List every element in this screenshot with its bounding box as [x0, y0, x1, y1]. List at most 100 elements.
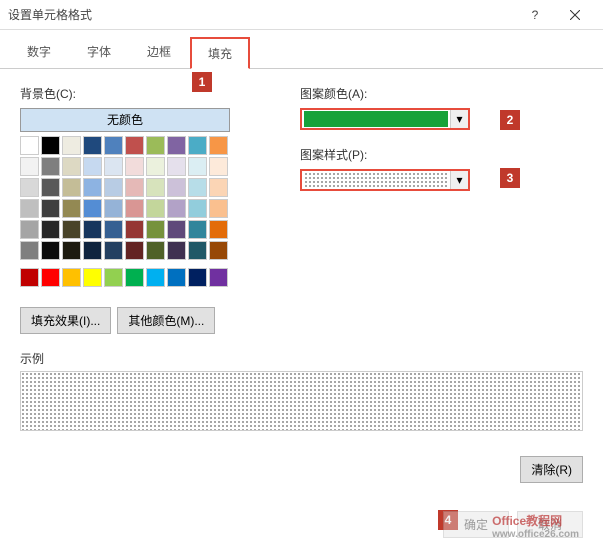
- help-button[interactable]: ?: [515, 0, 555, 30]
- color-swatch[interactable]: [209, 268, 228, 287]
- standard-color-grid: [20, 268, 230, 287]
- color-swatch[interactable]: [188, 241, 207, 260]
- color-swatch[interactable]: [209, 136, 228, 155]
- color-swatch[interactable]: [62, 136, 81, 155]
- footer: 确定 取消: [443, 511, 583, 538]
- color-swatch[interactable]: [167, 199, 186, 218]
- color-swatch[interactable]: [209, 199, 228, 218]
- tab-fill[interactable]: 填充: [190, 37, 250, 69]
- sample-label: 示例: [20, 350, 583, 367]
- color-swatch[interactable]: [20, 268, 39, 287]
- color-swatch[interactable]: [167, 268, 186, 287]
- color-swatch[interactable]: [167, 241, 186, 260]
- color-swatch[interactable]: [83, 178, 102, 197]
- color-swatch[interactable]: [125, 136, 144, 155]
- color-swatch[interactable]: [146, 268, 165, 287]
- color-swatch[interactable]: [125, 157, 144, 176]
- color-swatch[interactable]: [62, 220, 81, 239]
- color-swatch[interactable]: [20, 199, 39, 218]
- color-swatch[interactable]: [104, 268, 123, 287]
- color-swatch[interactable]: [125, 220, 144, 239]
- callout-1: 1: [192, 72, 212, 92]
- color-swatch[interactable]: [104, 178, 123, 197]
- color-swatch[interactable]: [209, 157, 228, 176]
- color-swatch[interactable]: [104, 220, 123, 239]
- color-swatch[interactable]: [188, 199, 207, 218]
- color-swatch[interactable]: [20, 136, 39, 155]
- color-swatch[interactable]: [104, 136, 123, 155]
- color-swatch[interactable]: [209, 178, 228, 197]
- clear-button[interactable]: 清除(R): [520, 456, 583, 483]
- left-panel: 背景色(C): 无颜色 填充效果(I)... 其他颜色(M)...: [20, 85, 240, 334]
- close-icon: [570, 10, 580, 20]
- color-swatch[interactable]: [41, 220, 60, 239]
- color-swatch[interactable]: [83, 220, 102, 239]
- tab-font[interactable]: 字体: [70, 36, 128, 68]
- color-swatch[interactable]: [209, 220, 228, 239]
- color-swatch[interactable]: [125, 178, 144, 197]
- color-swatch[interactable]: [62, 178, 81, 197]
- color-swatch[interactable]: [41, 178, 60, 197]
- sample-preview: [20, 371, 583, 431]
- tab-border[interactable]: 边框: [130, 36, 188, 68]
- color-swatch[interactable]: [41, 268, 60, 287]
- color-swatch[interactable]: [83, 199, 102, 218]
- color-swatch[interactable]: [83, 136, 102, 155]
- color-swatch[interactable]: [104, 199, 123, 218]
- color-swatch[interactable]: [167, 136, 186, 155]
- color-swatch[interactable]: [104, 157, 123, 176]
- color-swatch[interactable]: [209, 241, 228, 260]
- color-swatch[interactable]: [125, 199, 144, 218]
- color-swatch[interactable]: [41, 157, 60, 176]
- cancel-button[interactable]: 取消: [517, 511, 583, 538]
- sample-area: 示例: [20, 350, 583, 431]
- color-swatch[interactable]: [83, 157, 102, 176]
- tabs: 数字 字体 边框 填充: [0, 30, 603, 69]
- theme-color-grid: [20, 136, 230, 260]
- color-swatch[interactable]: [83, 241, 102, 260]
- color-swatch[interactable]: [20, 241, 39, 260]
- color-swatch[interactable]: [146, 178, 165, 197]
- color-swatch[interactable]: [188, 178, 207, 197]
- right-panel: 图案颜色(A): ▾ 图案样式(P): ▾: [300, 85, 583, 334]
- callout-3: 3: [500, 168, 520, 188]
- color-swatch[interactable]: [62, 157, 81, 176]
- ok-button[interactable]: 确定: [443, 511, 509, 538]
- color-swatch[interactable]: [62, 268, 81, 287]
- color-swatch[interactable]: [146, 136, 165, 155]
- color-swatch[interactable]: [167, 220, 186, 239]
- color-swatch[interactable]: [167, 178, 186, 197]
- no-color-button[interactable]: 无颜色: [20, 108, 230, 132]
- color-swatch[interactable]: [20, 220, 39, 239]
- color-swatch[interactable]: [125, 241, 144, 260]
- color-swatch[interactable]: [146, 157, 165, 176]
- more-colors-button[interactable]: 其他颜色(M)...: [117, 307, 215, 334]
- color-swatch[interactable]: [146, 199, 165, 218]
- color-swatch[interactable]: [41, 241, 60, 260]
- bottom-area: 清除(R): [520, 456, 583, 483]
- pattern-color-combo[interactable]: ▾: [300, 108, 470, 130]
- color-swatch[interactable]: [104, 241, 123, 260]
- chevron-down-icon: ▾: [450, 110, 468, 128]
- color-swatch[interactable]: [125, 268, 144, 287]
- color-swatch[interactable]: [41, 199, 60, 218]
- color-swatch[interactable]: [146, 220, 165, 239]
- color-swatch[interactable]: [188, 157, 207, 176]
- color-swatch[interactable]: [83, 268, 102, 287]
- color-swatch[interactable]: [62, 241, 81, 260]
- color-swatch[interactable]: [188, 268, 207, 287]
- tab-number[interactable]: 数字: [10, 36, 68, 68]
- color-swatch[interactable]: [62, 199, 81, 218]
- window-title: 设置单元格格式: [8, 6, 515, 23]
- color-swatch[interactable]: [20, 157, 39, 176]
- color-swatch[interactable]: [188, 220, 207, 239]
- color-swatch[interactable]: [41, 136, 60, 155]
- color-swatch[interactable]: [20, 178, 39, 197]
- color-swatch[interactable]: [146, 241, 165, 260]
- close-button[interactable]: [555, 0, 595, 30]
- pattern-style-combo[interactable]: ▾: [300, 169, 470, 191]
- color-swatch[interactable]: [188, 136, 207, 155]
- fill-effects-button[interactable]: 填充效果(I)...: [20, 307, 111, 334]
- color-swatch[interactable]: [167, 157, 186, 176]
- pattern-style-label: 图案样式(P):: [300, 146, 583, 163]
